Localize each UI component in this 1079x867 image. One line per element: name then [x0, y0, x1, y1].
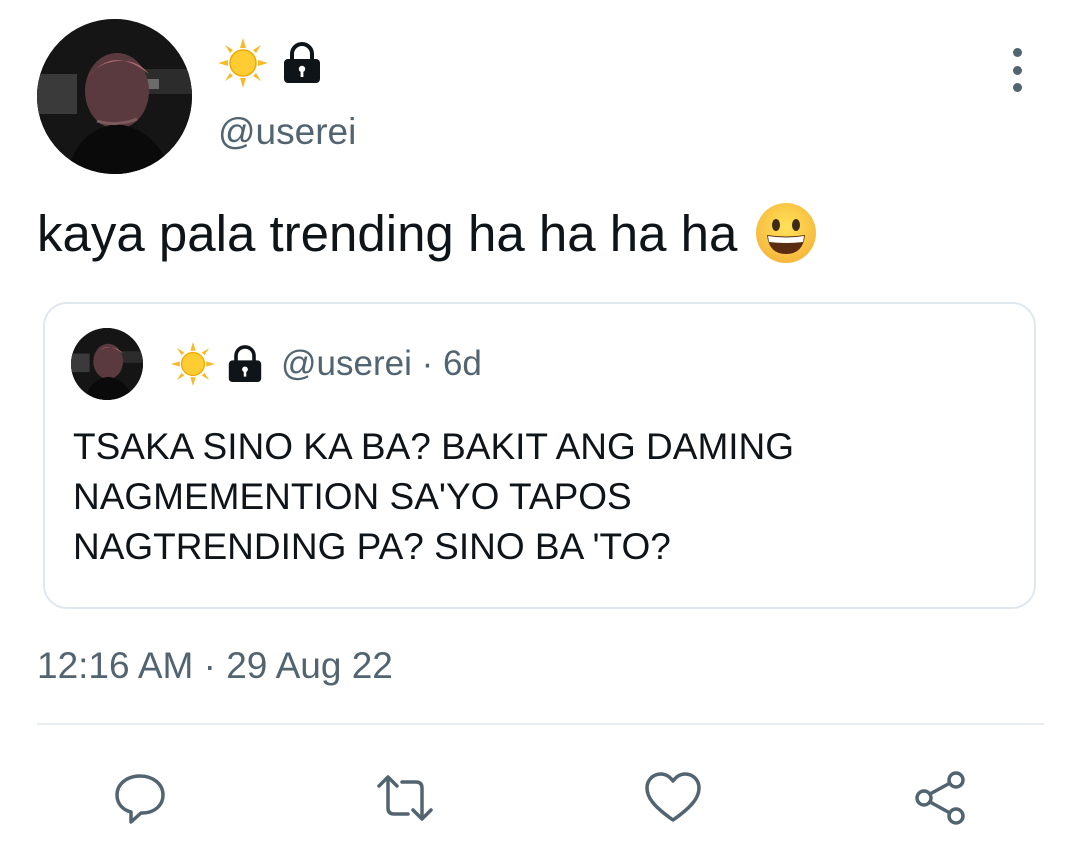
quoted-header: @userei · 6d	[171, 342, 482, 386]
quoted-tweet[interactable]: @userei · 6d TSAKA SINO KA BA? BAKIT ANG…	[43, 302, 1036, 609]
quoted-text-line: NAGMEMENTION SA'YO TAPOS	[73, 476, 632, 517]
quoted-text-line: TSAKA SINO KA BA? BAKIT ANG DAMING	[73, 426, 795, 467]
avatar[interactable]	[37, 19, 192, 174]
lock-icon	[282, 42, 322, 84]
like-icon[interactable]	[641, 766, 705, 830]
divider	[37, 723, 1044, 725]
timestamp[interactable]: 12:16 AM · 29 Aug 22	[37, 645, 393, 687]
quoted-avatar[interactable]	[71, 328, 143, 400]
display-name[interactable]	[218, 38, 322, 88]
sun-emoji-icon	[218, 38, 268, 88]
quoted-handle: @userei · 6d	[281, 344, 482, 383]
retweet-icon[interactable]	[373, 766, 437, 830]
quoted-text-line: NAGTRENDING PA? SINO BA 'TO?	[73, 526, 671, 567]
tweet-text-content: kaya pala trending ha ha ha ha	[37, 204, 738, 262]
grinning-face-emoji-icon	[755, 202, 817, 264]
sun-emoji-icon	[171, 342, 215, 386]
quoted-text: TSAKA SINO KA BA? BAKIT ANG DAMING NAGME…	[73, 422, 1013, 572]
share-icon[interactable]	[908, 766, 972, 830]
more-options-icon[interactable]	[1002, 48, 1032, 92]
reply-icon[interactable]	[108, 766, 172, 830]
lock-icon	[227, 345, 263, 383]
tweet-text: kaya pala trending ha ha ha ha	[37, 202, 817, 264]
user-handle[interactable]: @userei	[218, 111, 356, 153]
